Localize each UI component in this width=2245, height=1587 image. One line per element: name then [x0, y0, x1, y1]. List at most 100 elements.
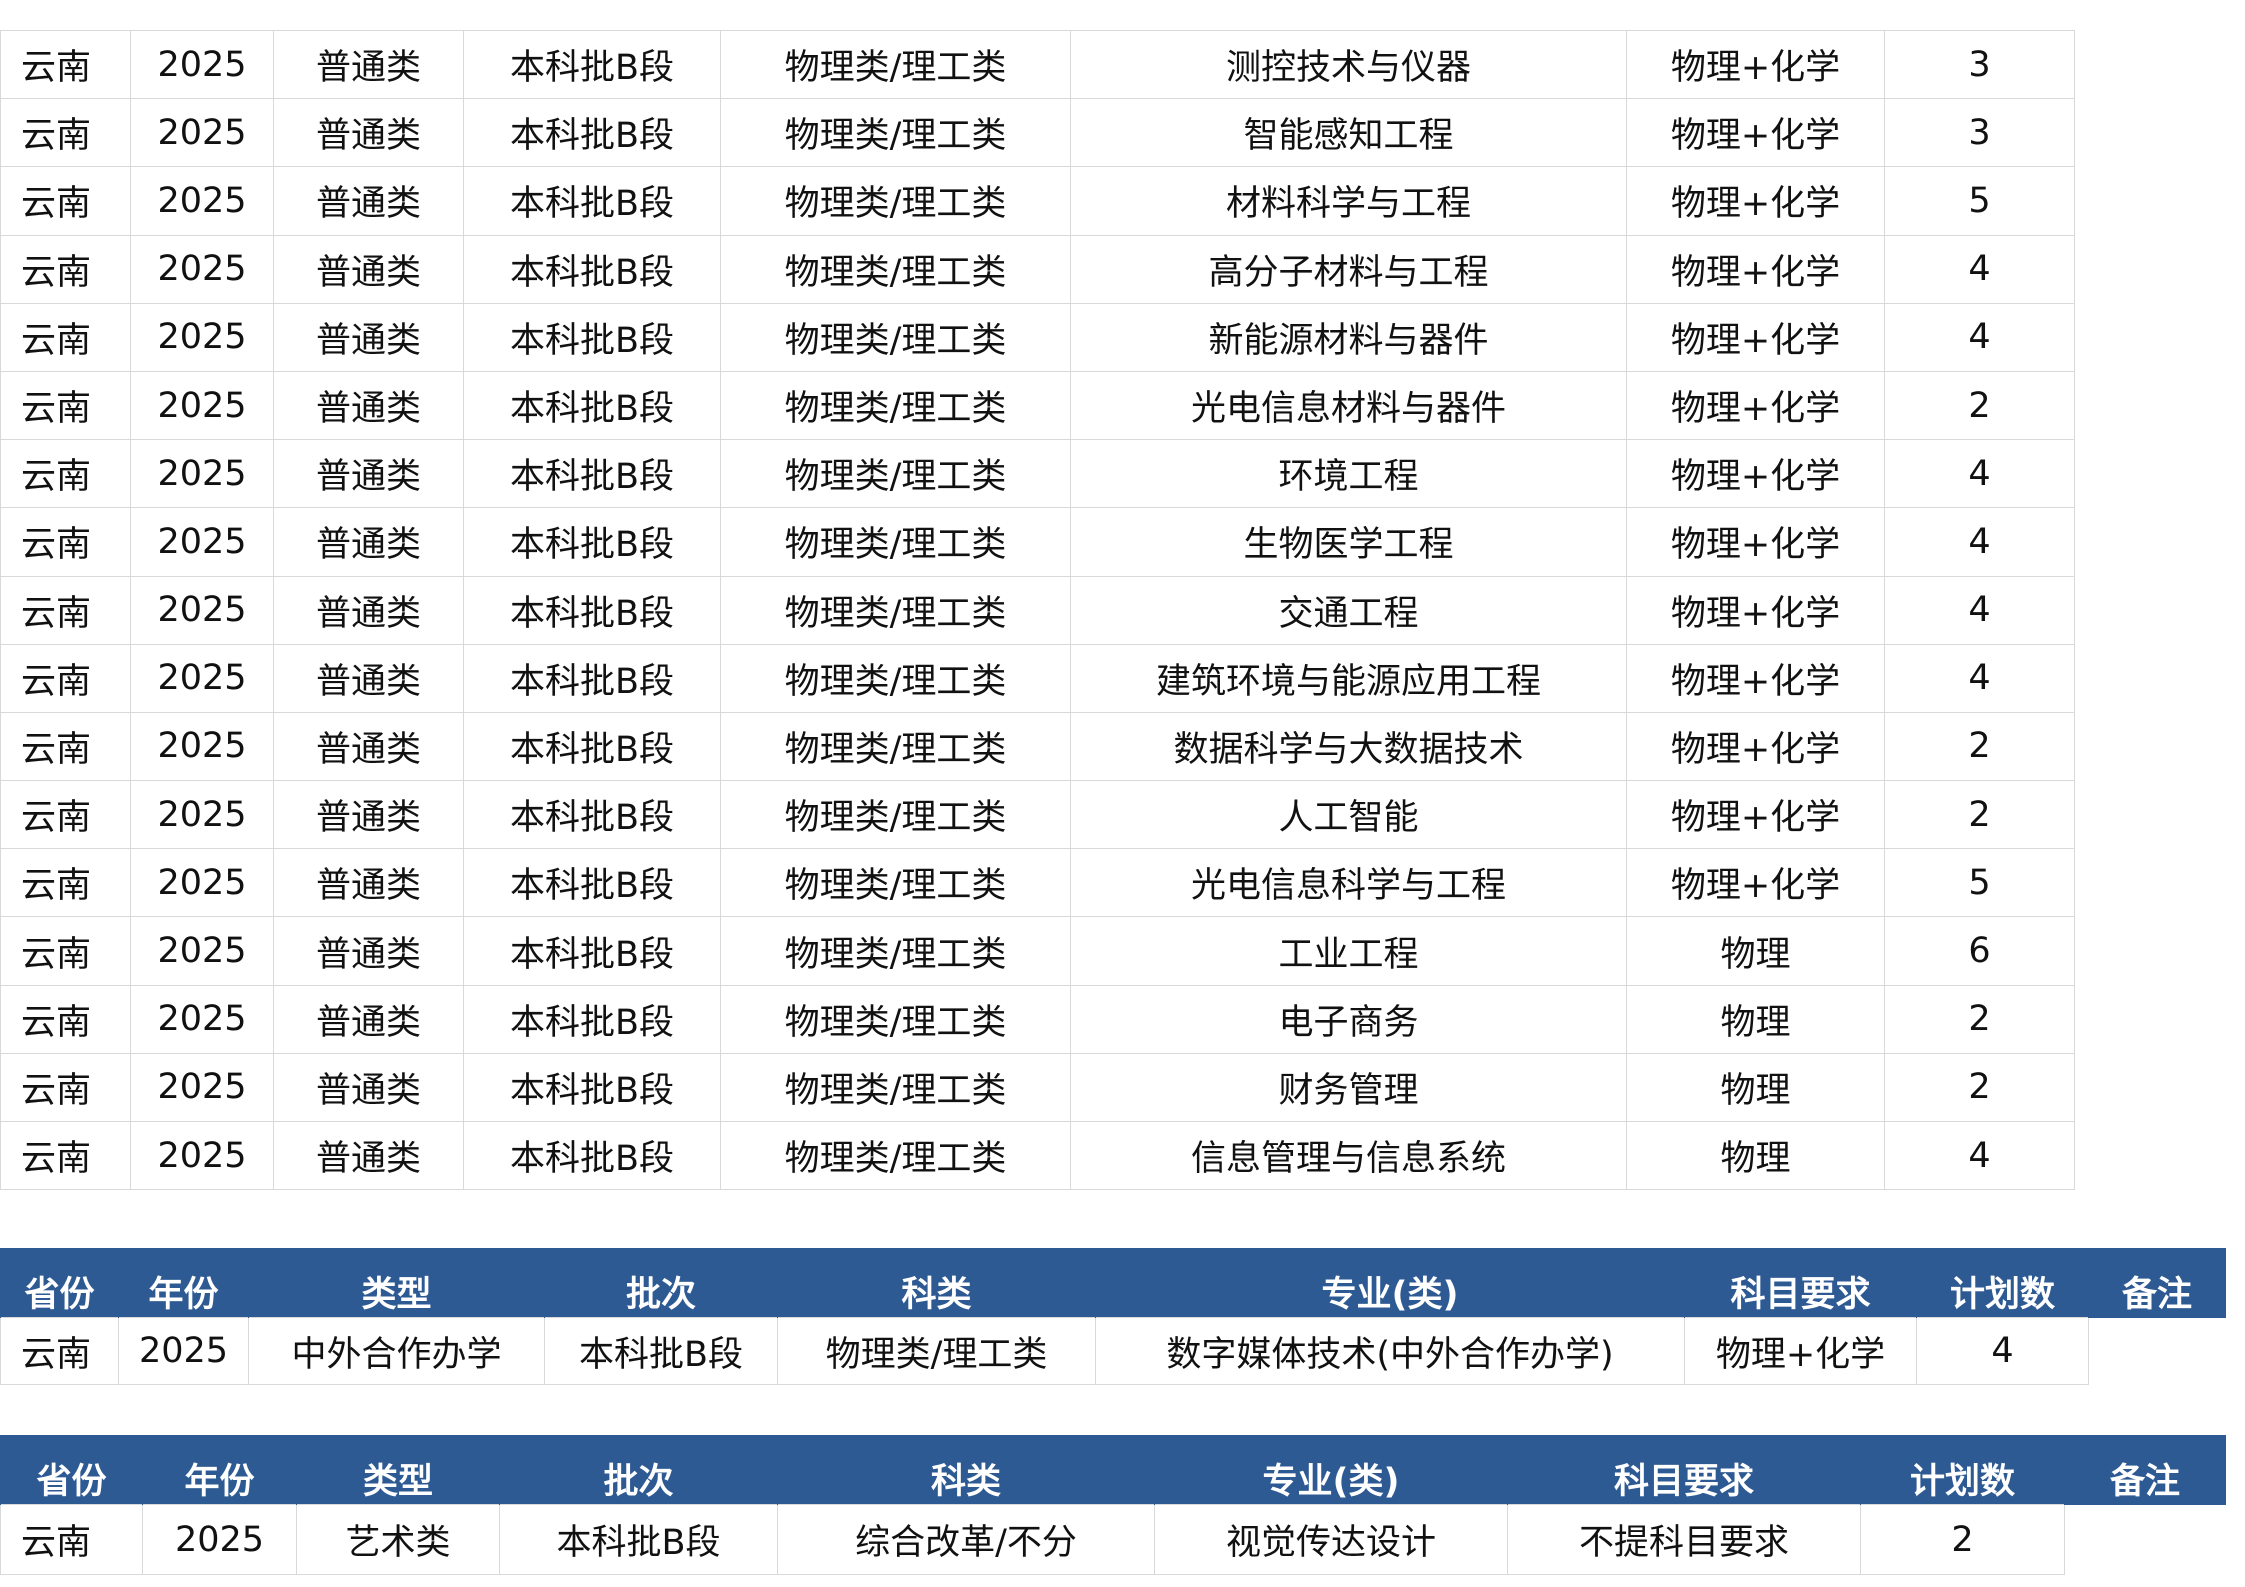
table-cell[interactable]: 云南 — [0, 1120, 131, 1191]
table-cell[interactable]: 2025 — [118, 1317, 249, 1385]
table-cell[interactable]: 云南 — [0, 780, 131, 850]
table-cell[interactable]: 物理类/理工类 — [720, 984, 1071, 1054]
table-cell[interactable]: 物理类/理工类 — [720, 507, 1071, 577]
table-cell[interactable]: 2 — [1860, 1504, 2065, 1575]
table-cell[interactable]: 云南 — [0, 234, 131, 304]
table-cell[interactable]: 物理类/理工类 — [720, 29, 1071, 100]
table-cell[interactable]: 本科批B段 — [463, 507, 721, 577]
table-cell[interactable]: 物理类/理工类 — [720, 916, 1071, 986]
table-cell[interactable]: 物理+化学 — [1626, 302, 1885, 372]
table-cell[interactable]: 普通类 — [273, 711, 464, 782]
table-cell[interactable]: 云南 — [0, 507, 131, 577]
table-cell[interactable]: 信息管理与信息系统 — [1070, 1120, 1627, 1191]
table-cell[interactable]: 物理类/理工类 — [720, 98, 1071, 168]
table-cell[interactable]: 物理类/理工类 — [777, 1317, 1096, 1385]
table-cell[interactable]: 本科批B段 — [499, 1504, 778, 1575]
table-cell[interactable]: 3 — [1884, 29, 2075, 100]
remark-cell[interactable] — [2074, 712, 2226, 781]
table-cell[interactable]: 4 — [1916, 1317, 2089, 1385]
table-cell[interactable]: 云南 — [0, 166, 131, 236]
table-cell[interactable]: 2025 — [130, 916, 274, 986]
table-cell[interactable]: 物理 — [1626, 1120, 1885, 1191]
table-cell[interactable]: 2 — [1884, 1052, 2075, 1123]
table-cell[interactable]: 测控技术与仪器 — [1070, 29, 1627, 100]
table-cell[interactable]: 6 — [1884, 916, 2075, 986]
table-cell[interactable]: 普通类 — [273, 575, 464, 645]
table-cell[interactable]: 2 — [1884, 711, 2075, 782]
table-cell[interactable]: 物理类/理工类 — [720, 439, 1071, 509]
table-cell[interactable]: 普通类 — [273, 1052, 464, 1123]
table-cell[interactable]: 物理+化学 — [1626, 780, 1885, 850]
table-cell[interactable]: 物理+化学 — [1626, 439, 1885, 509]
table-cell[interactable]: 材料科学与工程 — [1070, 166, 1627, 236]
table-cell[interactable]: 物理 — [1626, 1052, 1885, 1123]
table-cell[interactable]: 2025 — [142, 1504, 297, 1575]
table-cell[interactable]: 2 — [1884, 780, 2075, 850]
table-cell[interactable]: 环境工程 — [1070, 439, 1627, 509]
table-cell[interactable]: 交通工程 — [1070, 575, 1627, 645]
table-cell[interactable]: 本科批B段 — [463, 780, 721, 850]
table-cell[interactable]: 普通类 — [273, 643, 464, 713]
table-cell[interactable]: 普通类 — [273, 439, 464, 509]
table-cell[interactable]: 云南 — [0, 302, 131, 372]
table-cell[interactable]: 智能感知工程 — [1070, 98, 1627, 168]
table-cell[interactable]: 普通类 — [273, 370, 464, 441]
table-cell[interactable]: 本科批B段 — [463, 916, 721, 986]
table-cell[interactable]: 财务管理 — [1070, 1052, 1627, 1123]
table-cell[interactable]: 物理类/理工类 — [720, 1120, 1071, 1191]
table-cell[interactable]: 2025 — [130, 507, 274, 577]
table-cell[interactable]: 2025 — [130, 575, 274, 645]
table-cell[interactable]: 4 — [1884, 643, 2075, 713]
table-cell[interactable]: 云南 — [0, 98, 131, 168]
remark-cell[interactable] — [2074, 576, 2226, 645]
table-cell[interactable]: 2 — [1884, 370, 2075, 441]
table-cell[interactable]: 本科批B段 — [463, 643, 721, 713]
table-cell[interactable]: 云南 — [0, 984, 131, 1054]
table-cell[interactable]: 艺术类 — [296, 1504, 500, 1575]
table-cell[interactable]: 云南 — [0, 643, 131, 713]
table-cell[interactable]: 2025 — [130, 370, 274, 441]
table-cell[interactable]: 2025 — [130, 848, 274, 918]
table-cell[interactable]: 工业工程 — [1070, 916, 1627, 986]
table-cell[interactable]: 不提科目要求 — [1507, 1504, 1861, 1575]
table-cell[interactable]: 5 — [1884, 848, 2075, 918]
table-cell[interactable]: 普通类 — [273, 302, 464, 372]
remark-cell[interactable] — [2074, 371, 2226, 440]
table-cell[interactable]: 2 — [1884, 984, 2075, 1054]
table-cell[interactable]: 3 — [1884, 98, 2075, 168]
table-cell[interactable]: 5 — [1884, 166, 2075, 236]
table-cell[interactable]: 本科批B段 — [463, 575, 721, 645]
table-cell[interactable]: 物理类/理工类 — [720, 234, 1071, 304]
table-cell[interactable]: 本科批B段 — [463, 234, 721, 304]
table-cell[interactable]: 云南 — [0, 916, 131, 986]
table-cell[interactable]: 数据科学与大数据技术 — [1070, 711, 1627, 782]
table-cell[interactable]: 2025 — [130, 29, 274, 100]
table-cell[interactable]: 2025 — [130, 166, 274, 236]
table-cell[interactable]: 人工智能 — [1070, 780, 1627, 850]
table-cell[interactable]: 普通类 — [273, 29, 464, 100]
table-cell[interactable]: 物理类/理工类 — [720, 302, 1071, 372]
table-cell[interactable]: 中外合作办学 — [248, 1317, 545, 1385]
table-cell[interactable]: 物理+化学 — [1626, 575, 1885, 645]
remark-cell[interactable] — [2074, 1121, 2226, 1190]
table-cell[interactable]: 本科批B段 — [544, 1317, 778, 1385]
table-cell[interactable]: 云南 — [0, 575, 131, 645]
table-cell[interactable]: 视觉传达设计 — [1154, 1504, 1508, 1575]
table-cell[interactable]: 建筑环境与能源应用工程 — [1070, 643, 1627, 713]
table-cell[interactable]: 物理+化学 — [1684, 1317, 1917, 1385]
remark-cell[interactable] — [2074, 1053, 2226, 1122]
table-cell[interactable]: 本科批B段 — [463, 1052, 721, 1123]
table-cell[interactable]: 普通类 — [273, 234, 464, 304]
table-cell[interactable]: 2025 — [130, 780, 274, 850]
table-cell[interactable]: 云南 — [0, 1504, 143, 1575]
table-cell[interactable]: 2025 — [130, 234, 274, 304]
table-cell[interactable]: 物理类/理工类 — [720, 575, 1071, 645]
remark-cell[interactable] — [2088, 1317, 2226, 1385]
remark-cell[interactable] — [2074, 916, 2226, 986]
table-cell[interactable]: 物理类/理工类 — [720, 1052, 1071, 1123]
remark-cell[interactable] — [2074, 848, 2226, 917]
table-cell[interactable]: 本科批B段 — [463, 370, 721, 441]
table-cell[interactable]: 本科批B段 — [463, 848, 721, 918]
table-cell[interactable]: 光电信息科学与工程 — [1070, 848, 1627, 918]
table-cell[interactable]: 物理+化学 — [1626, 848, 1885, 918]
